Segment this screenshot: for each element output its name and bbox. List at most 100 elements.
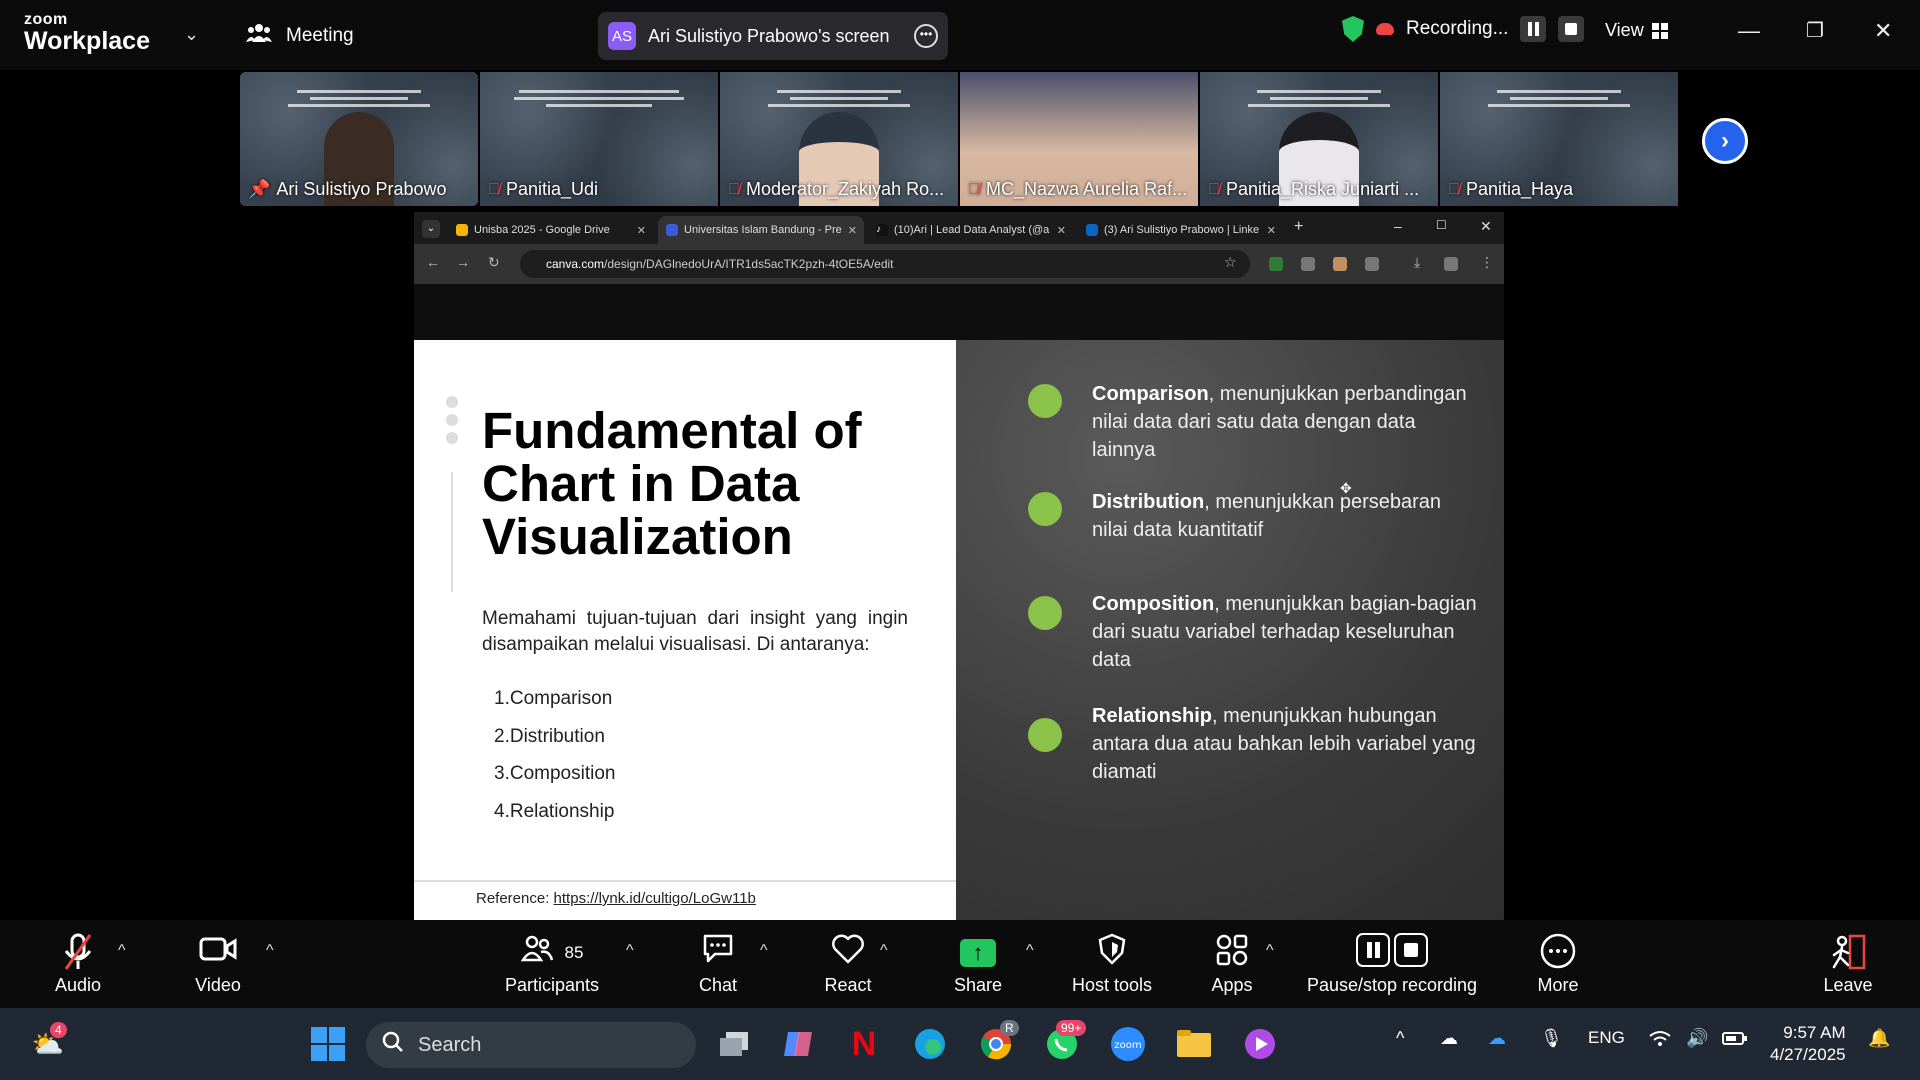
close-tab-icon[interactable]: ✕ xyxy=(637,224,646,237)
apps-button[interactable]: Apps xyxy=(1202,920,1262,1008)
next-page-button[interactable]: › xyxy=(1702,118,1748,164)
minimize-icon[interactable]: – xyxy=(1394,218,1402,234)
participant-tile[interactable]: 🎙̸ Panitia_Riska Juniarti ... xyxy=(1200,72,1438,206)
video-camera-icon xyxy=(199,933,237,973)
reference-link[interactable]: https://lynk.id/cultigo/LoGw11b xyxy=(554,890,756,907)
taskbar-search[interactable]: Search xyxy=(366,1022,696,1068)
whatsapp-badge: 99+ xyxy=(1056,1020,1087,1036)
participants-count: 85 xyxy=(564,942,584,962)
new-tab-icon[interactable]: + xyxy=(1294,218,1303,236)
pause-stop-recording-button[interactable]: Pause/stop recording xyxy=(1302,920,1482,1008)
extension-icon[interactable] xyxy=(1301,257,1315,271)
close-icon[interactable]: ✕ xyxy=(1480,218,1492,235)
forward-icon[interactable]: → xyxy=(456,254,470,270)
volume-icon[interactable]: 🔊 xyxy=(1686,1028,1708,1049)
green-bullet-icon xyxy=(1028,492,1062,526)
apps-options-chevron-icon[interactable]: ^ xyxy=(1266,942,1274,960)
chat-button[interactable]: Chat xyxy=(690,920,746,1008)
audio-options-chevron-icon[interactable]: ^ xyxy=(118,942,126,960)
battery-icon[interactable] xyxy=(1722,1028,1748,1053)
share-options-chevron-icon[interactable]: ^ xyxy=(1026,942,1034,960)
download-icon[interactable]: ⤓ xyxy=(1414,254,1420,271)
participant-tile[interactable]: 🎙̸ Panitia_Udi xyxy=(480,72,718,206)
browser-tab-active[interactable]: Universitas Islam Bandung - Pre ✕ xyxy=(658,216,864,244)
language-indicator[interactable]: ENG xyxy=(1588,1028,1625,1048)
onedrive-icon[interactable]: ☁ xyxy=(1488,1028,1506,1049)
video-button[interactable]: Video xyxy=(188,920,248,1008)
notification-bell-icon[interactable]: 🔔 xyxy=(1868,1028,1890,1049)
tab-search-icon[interactable]: ⌄ xyxy=(422,220,440,238)
show-hidden-icons-chevron-icon[interactable]: ^ xyxy=(1396,1028,1404,1049)
participant-strip: 📌 Ari Sulistiyo Prabowo 🎙̸ Panitia_Udi 🎙… xyxy=(240,72,1680,206)
close-tab-icon[interactable]: ✕ xyxy=(1057,224,1066,237)
back-icon[interactable]: ← xyxy=(426,254,440,270)
account-icon[interactable] xyxy=(1444,257,1458,271)
mic-muted-icon xyxy=(62,933,94,973)
participant-tile[interactable]: 📌 Ari Sulistiyo Prabowo xyxy=(240,72,478,206)
close-tab-icon[interactable]: ✕ xyxy=(848,224,857,237)
task-view-icon[interactable] xyxy=(714,1024,754,1064)
reload-icon[interactable]: ↻ xyxy=(488,254,500,271)
pause-recording-button[interactable] xyxy=(1520,16,1547,42)
extensions-puzzle-icon[interactable] xyxy=(1365,257,1379,271)
audio-button[interactable]: Audio xyxy=(48,920,108,1008)
view-label: View xyxy=(1605,20,1644,40)
react-button[interactable]: React xyxy=(818,920,878,1008)
participants-options-chevron-icon[interactable]: ^ xyxy=(626,942,634,960)
file-explorer-icon[interactable] xyxy=(1174,1024,1214,1064)
cloud-sync-icon[interactable]: ☁ xyxy=(1440,1028,1458,1049)
shield-icon xyxy=(1098,933,1126,973)
more-button[interactable]: More xyxy=(1528,920,1588,1008)
minimize-icon[interactable]: — xyxy=(1738,18,1760,44)
media-player-icon[interactable] xyxy=(1240,1024,1280,1064)
share-button[interactable]: ↑ Share xyxy=(948,920,1008,1008)
maximize-icon[interactable]: ☐ xyxy=(1436,218,1447,232)
restore-icon[interactable]: ❐ xyxy=(1806,18,1824,43)
chat-icon xyxy=(701,933,735,973)
slide-list: 1.Comparison 2.Distribution 3.Compositio… xyxy=(494,688,615,838)
netflix-icon[interactable]: N xyxy=(844,1024,884,1064)
copilot-icon[interactable] xyxy=(778,1024,818,1064)
wifi-icon[interactable] xyxy=(1648,1028,1672,1053)
browser-menu-icon[interactable]: ⋮ xyxy=(1480,254,1494,271)
presenter-avatar: AS xyxy=(608,22,636,50)
microphone-icon[interactable]: 🎙 xyxy=(1540,1028,1563,1049)
zoom-app-icon[interactable]: zoom xyxy=(1108,1024,1148,1064)
svg-text:zoom: zoom xyxy=(1114,1040,1141,1051)
edge-icon[interactable] xyxy=(910,1024,950,1064)
windows-start-icon[interactable] xyxy=(308,1024,348,1064)
bookmark-star-icon[interactable]: ☆ xyxy=(1224,254,1237,271)
browser-tab[interactable]: Unisba 2025 - Google Drive ✕ xyxy=(448,216,654,244)
chat-options-chevron-icon[interactable]: ^ xyxy=(760,942,768,960)
close-icon[interactable]: ✕ xyxy=(1874,18,1892,44)
video-options-chevron-icon[interactable]: ^ xyxy=(266,942,274,960)
slide-right-panel: Comparison, menunjukkan perbandingan nil… xyxy=(956,340,1504,920)
more-options-icon[interactable]: ••• xyxy=(914,24,938,48)
screen-share-pill[interactable]: AS Ari Sulistiyo Prabowo's screen ••• xyxy=(598,12,948,60)
reference: Reference: https://lynk.id/cultigo/LoGw1… xyxy=(476,890,756,907)
host-tools-button[interactable]: Host tools xyxy=(1062,920,1162,1008)
meeting-menu[interactable]: Meeting xyxy=(246,22,354,50)
extension-icon[interactable] xyxy=(1269,257,1283,271)
search-icon xyxy=(382,1031,404,1059)
more-icon xyxy=(1540,933,1576,973)
list-item: 4.Relationship xyxy=(494,800,615,822)
url-input[interactable]: canva.com/design/DAGlnedoUrA/ITR1ds5acTK… xyxy=(520,250,1250,278)
browser-tab[interactable]: ♪ (10)Ari | Lead Data Analyst (@a ✕ xyxy=(868,216,1074,244)
point-composition: Composition, menunjukkan bagian-bagian d… xyxy=(1092,593,1477,671)
people-icon xyxy=(246,22,272,50)
browser-tab[interactable]: (3) Ari Sulistiyo Prabowo | Linke ✕ xyxy=(1078,216,1284,244)
participant-tile[interactable]: 🎙̸ Panitia_Haya xyxy=(1440,72,1678,206)
chevron-right-icon: › xyxy=(1721,127,1729,154)
profile-icon[interactable] xyxy=(1333,257,1347,271)
system-clock[interactable]: 9:57 AM 4/27/2025 xyxy=(1770,1022,1846,1066)
react-options-chevron-icon[interactable]: ^ xyxy=(880,942,888,960)
stop-recording-button[interactable] xyxy=(1558,16,1585,42)
participant-tile[interactable]: 🎙̸ Moderator_Zakiyah Ro... xyxy=(720,72,958,206)
view-button[interactable]: View xyxy=(1605,20,1668,41)
participant-tile[interactable]: 🎙̸ MC_Nazwa Aurelia Raf... xyxy=(960,72,1198,206)
participants-button[interactable]: 85 Participants xyxy=(500,920,604,1008)
chevron-down-icon[interactable]: ⌄ xyxy=(184,24,199,45)
leave-button[interactable]: Leave xyxy=(1818,920,1878,1008)
close-tab-icon[interactable]: ✕ xyxy=(1267,224,1276,237)
